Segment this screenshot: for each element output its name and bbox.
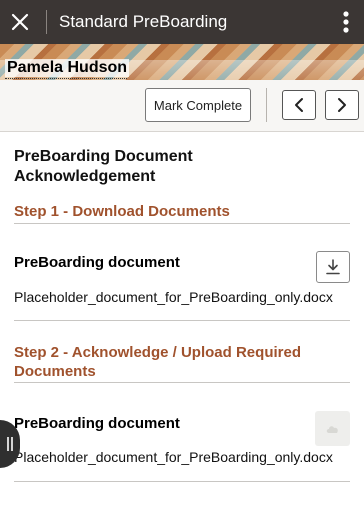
close-button[interactable] bbox=[0, 0, 40, 44]
person-name[interactable]: Pamela Hudson bbox=[5, 59, 130, 77]
chevron-right-icon bbox=[338, 98, 346, 112]
drag-handle-icon bbox=[7, 437, 13, 451]
mark-complete-button[interactable]: Mark Complete bbox=[145, 88, 251, 122]
previous-button[interactable] bbox=[282, 90, 316, 120]
person-name-underline bbox=[5, 78, 127, 79]
step-1-file-name: Placeholder_document_for_PreBoarding_onl… bbox=[14, 289, 333, 305]
section-title: PreBoarding Document Acknowledgement bbox=[14, 148, 193, 185]
step-2-title: Step 2 - Acknowledge / Upload Required D… bbox=[14, 344, 301, 380]
upload-icon bbox=[326, 425, 338, 433]
more-vertical-icon bbox=[343, 11, 349, 33]
step-2-doc-title: PreBoarding document bbox=[14, 415, 180, 432]
step-1-rule bbox=[14, 223, 350, 224]
download-button[interactable] bbox=[316, 251, 350, 283]
app-header: Standard PreBoarding bbox=[0, 0, 364, 44]
step-2-file-name: Placeholder_document_for_PreBoarding_onl… bbox=[14, 449, 333, 465]
step-1-row-rule bbox=[14, 320, 350, 321]
next-button[interactable] bbox=[325, 90, 359, 120]
chevron-left-icon bbox=[295, 98, 303, 112]
header-divider bbox=[46, 10, 47, 34]
step-1-doc-title: PreBoarding document bbox=[14, 254, 180, 271]
page-title-header: Standard PreBoarding bbox=[59, 12, 228, 31]
close-icon bbox=[11, 13, 29, 31]
toolbar-separator bbox=[266, 88, 267, 122]
upload-button[interactable] bbox=[315, 411, 350, 446]
action-toolbar: Mark Complete bbox=[0, 80, 364, 132]
step-2-row-rule bbox=[14, 481, 350, 482]
step-2-rule bbox=[14, 382, 350, 383]
more-options-button[interactable] bbox=[328, 0, 364, 44]
download-icon bbox=[326, 259, 340, 275]
step-1-title: Step 1 - Download Documents bbox=[14, 203, 230, 220]
